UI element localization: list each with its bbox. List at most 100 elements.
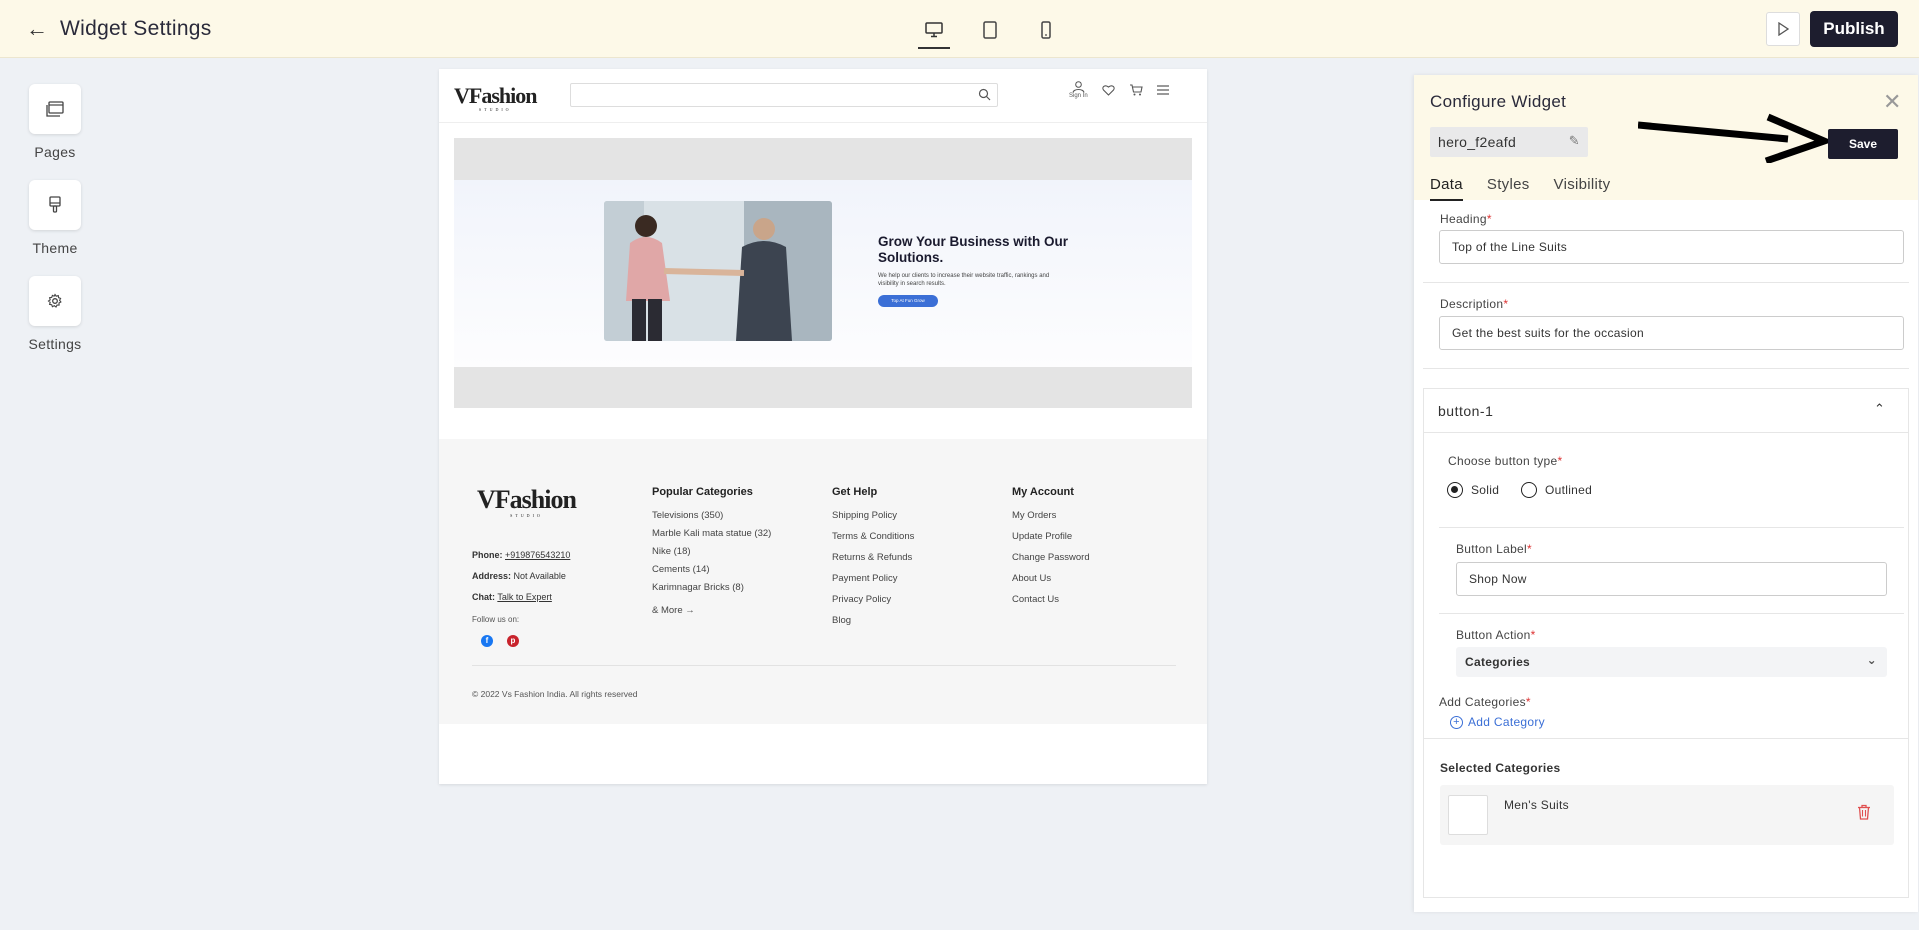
device-switcher bbox=[916, 13, 1064, 49]
category-thumbnail bbox=[1448, 795, 1488, 835]
button-label-label: Button Label* bbox=[1456, 542, 1532, 556]
copyright-text: © 2022 Vs Fashion India. All rights rese… bbox=[472, 689, 638, 699]
tab-visibility[interactable]: Visibility bbox=[1554, 176, 1611, 201]
category-name: Men's Suits bbox=[1504, 798, 1569, 812]
pages-icon bbox=[46, 101, 64, 117]
footer-link[interactable]: Change Password bbox=[1012, 552, 1090, 563]
mobile-icon bbox=[1041, 21, 1051, 39]
sign-in-link[interactable]: Sign In bbox=[1069, 81, 1088, 99]
footer-link[interactable]: Nike (18) bbox=[652, 546, 771, 557]
footer-logo[interactable]: VFashion STUDIO bbox=[477, 485, 577, 518]
footer-divider bbox=[472, 665, 1176, 666]
radio-solid[interactable]: Solid bbox=[1447, 482, 1499, 498]
selected-categories-label: Selected Categories bbox=[1440, 761, 1561, 775]
footer-col-my-account: My Account My Orders Update Profile Chan… bbox=[1012, 486, 1090, 605]
hero-cta-button[interactable]: Top At Fun Grow bbox=[878, 295, 938, 307]
button-action-label: Button Action* bbox=[1456, 628, 1536, 642]
panel-tabs: Data Styles Visibility bbox=[1430, 176, 1610, 201]
footer-link[interactable]: Televisions (350) bbox=[652, 510, 771, 521]
footer-col-popular-categories: Popular Categories Televisions (350) Mar… bbox=[652, 486, 772, 616]
desktop-icon bbox=[925, 22, 943, 38]
page-title: Widget Settings bbox=[60, 17, 212, 40]
address-value: Not Available bbox=[513, 571, 566, 581]
hero-banner: Grow Your Business with Our Solutions. W… bbox=[454, 180, 1192, 367]
chevron-up-icon: ⌃ bbox=[1874, 401, 1885, 416]
chevron-down-icon: ⌄ bbox=[1866, 653, 1877, 667]
heading-input[interactable] bbox=[1439, 230, 1904, 264]
footer-link[interactable]: Marble Kali mata statue (32) bbox=[652, 528, 771, 539]
widget-id-field[interactable]: hero_f2eafd ✎ bbox=[1430, 127, 1588, 157]
cart-icon[interactable] bbox=[1129, 84, 1143, 96]
footer-link[interactable]: Update Profile bbox=[1012, 531, 1090, 542]
site-logo[interactable]: VFashion STUDIO bbox=[454, 83, 537, 112]
play-icon bbox=[1778, 22, 1789, 36]
site-search-input[interactable] bbox=[570, 83, 998, 107]
button-type-label: Choose button type* bbox=[1448, 454, 1563, 468]
mobile-view-button[interactable] bbox=[1028, 13, 1064, 47]
footer-link[interactable]: Karimnagar Bricks (8) bbox=[652, 582, 771, 593]
site-header-icons: Sign In bbox=[1069, 81, 1169, 99]
footer-link[interactable]: Contact Us bbox=[1012, 594, 1090, 605]
description-input[interactable] bbox=[1439, 316, 1904, 350]
nav-item-settings[interactable]: Settings bbox=[20, 276, 90, 352]
accordion-header[interactable]: button-1 ⌃ bbox=[1424, 389, 1908, 433]
add-category-button[interactable]: + Add Category bbox=[1450, 715, 1545, 729]
button-action-select[interactable]: Categories ⌄ bbox=[1456, 647, 1887, 677]
footer-link[interactable]: Returns & Refunds bbox=[832, 552, 914, 563]
menu-icon[interactable] bbox=[1156, 85, 1169, 95]
radio-outlined[interactable]: Outlined bbox=[1521, 482, 1592, 498]
theme-icon bbox=[49, 196, 61, 213]
hero-heading: Grow Your Business with Our Solutions. bbox=[878, 234, 1069, 265]
tablet-view-button[interactable] bbox=[972, 13, 1008, 47]
footer-link[interactable]: Cements (14) bbox=[652, 564, 771, 575]
radio-selected-icon bbox=[1447, 482, 1463, 498]
footer-link[interactable]: My Orders bbox=[1012, 510, 1090, 521]
tab-styles[interactable]: Styles bbox=[1487, 176, 1530, 201]
chat-link[interactable]: Talk to Expert bbox=[497, 592, 552, 602]
footer-link[interactable]: About Us bbox=[1012, 573, 1090, 584]
follow-us-label: Follow us on: bbox=[472, 615, 520, 624]
footer-col-get-help: Get Help Shipping Policy Terms & Conditi… bbox=[832, 486, 915, 626]
site-footer: VFashion STUDIO Phone: +919876543210 Add… bbox=[439, 439, 1207, 724]
footer-link[interactable]: Blog bbox=[832, 615, 914, 626]
nav-item-theme[interactable]: Theme bbox=[20, 180, 90, 256]
heart-icon[interactable] bbox=[1102, 84, 1115, 96]
tab-data[interactable]: Data bbox=[1430, 176, 1463, 201]
desktop-view-button[interactable] bbox=[916, 13, 952, 49]
more-categories-link[interactable]: & More → bbox=[652, 605, 771, 616]
button-label-input[interactable] bbox=[1456, 562, 1887, 596]
hero-image bbox=[604, 201, 832, 341]
footer-link[interactable]: Payment Policy bbox=[832, 573, 914, 584]
hero-widget[interactable]: Grow Your Business with Our Solutions. W… bbox=[454, 138, 1192, 408]
edit-pencil-icon[interactable]: ✎ bbox=[1569, 133, 1580, 149]
radio-unselected-icon bbox=[1521, 482, 1537, 498]
left-nav: Pages Theme Settings bbox=[20, 84, 90, 372]
social-links: f p bbox=[481, 635, 519, 647]
close-icon[interactable]: ✕ bbox=[1883, 91, 1901, 113]
back-button[interactable]: ← Widget Settings bbox=[26, 17, 212, 41]
pinterest-icon[interactable]: p bbox=[507, 635, 519, 647]
facebook-icon[interactable]: f bbox=[481, 635, 493, 647]
description-label: Description* bbox=[1440, 297, 1509, 311]
handshake-illustration bbox=[604, 201, 832, 341]
site-preview[interactable]: VFashion STUDIO Sign In Grow Your Busine… bbox=[439, 69, 1207, 784]
trash-icon[interactable] bbox=[1857, 804, 1871, 820]
footer-link[interactable]: Privacy Policy bbox=[832, 594, 914, 605]
annotation-arrow bbox=[1638, 113, 1828, 163]
heading-label: Heading* bbox=[1440, 212, 1492, 226]
tablet-icon bbox=[983, 21, 997, 39]
save-button[interactable]: Save bbox=[1828, 129, 1898, 159]
phone-link[interactable]: +919876543210 bbox=[505, 550, 570, 560]
footer-link[interactable]: Terms & Conditions bbox=[832, 531, 914, 542]
search-icon bbox=[978, 88, 991, 101]
nav-item-pages[interactable]: Pages bbox=[20, 84, 90, 160]
selected-category-item: Men's Suits bbox=[1440, 785, 1894, 845]
nav-label-settings: Settings bbox=[28, 336, 82, 352]
hero-description: We help our clients to increase their we… bbox=[878, 273, 1050, 287]
preview-play-button[interactable] bbox=[1766, 12, 1800, 46]
footer-link[interactable]: Shipping Policy bbox=[832, 510, 914, 521]
gear-icon bbox=[47, 293, 62, 308]
nav-label-pages: Pages bbox=[34, 144, 76, 160]
publish-button[interactable]: Publish bbox=[1810, 11, 1898, 47]
nav-label-theme: Theme bbox=[32, 240, 78, 256]
